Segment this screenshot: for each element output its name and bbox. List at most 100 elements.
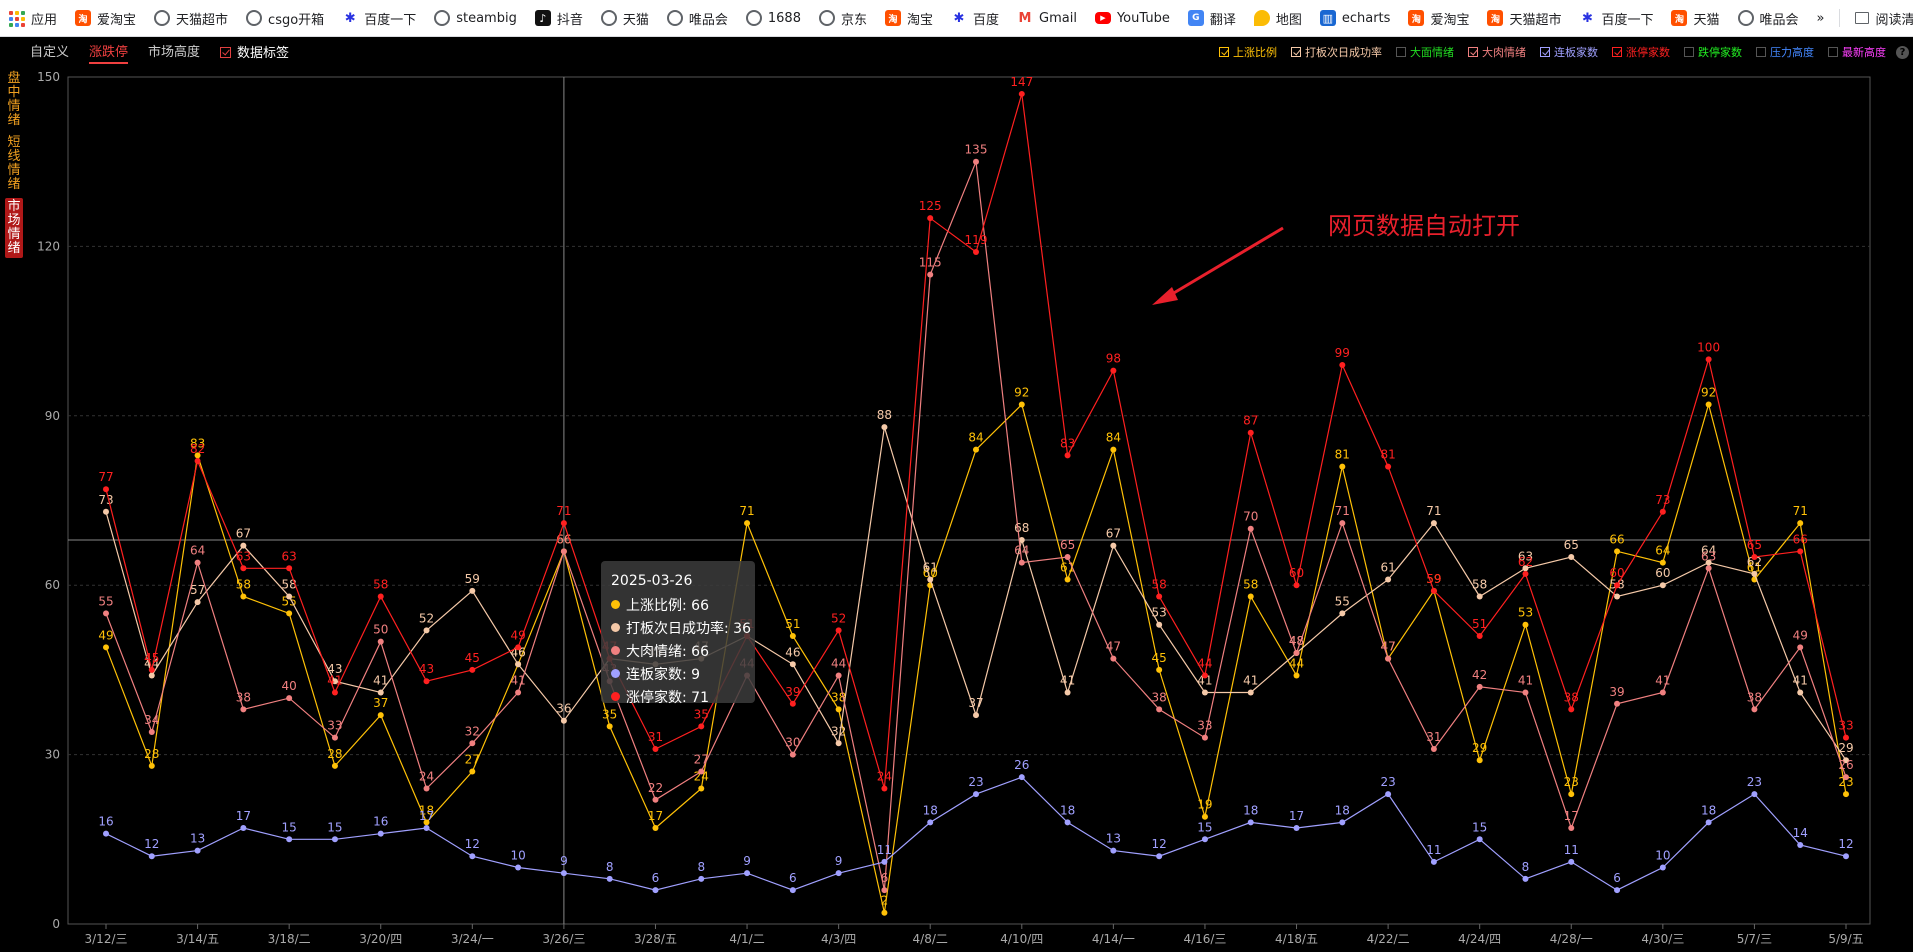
data-point bbox=[1614, 582, 1621, 589]
data-point bbox=[1156, 706, 1163, 713]
data-point bbox=[1522, 570, 1529, 577]
data-label: 66 bbox=[1609, 532, 1624, 546]
data-label: 34 bbox=[144, 713, 159, 727]
data-label: 35 bbox=[694, 707, 709, 721]
data-point bbox=[1568, 791, 1575, 798]
data-label: 41 bbox=[1655, 673, 1670, 687]
data-label: 24 bbox=[877, 769, 892, 783]
tab-2[interactable]: 市场高度 bbox=[148, 41, 200, 64]
legend-checkbox-icon bbox=[1291, 47, 1301, 57]
data-point bbox=[103, 508, 109, 515]
data-point bbox=[1385, 655, 1392, 662]
data-point bbox=[331, 762, 338, 769]
legend-item-8[interactable]: 最新高度 bbox=[1828, 44, 1886, 60]
data-point bbox=[1568, 858, 1575, 865]
legend-item-6[interactable]: 跌停家数 bbox=[1684, 44, 1742, 60]
data-label-toggle[interactable]: 数据标签 bbox=[220, 42, 289, 63]
side-tab-2[interactable]: 市场情绪 bbox=[5, 198, 23, 258]
side-tab-1[interactable]: 短线情绪 bbox=[5, 134, 23, 194]
data-point bbox=[423, 627, 430, 634]
legend-item-4[interactable]: 连板家数 bbox=[1540, 44, 1598, 60]
legend-item-2[interactable]: 大面情绪 bbox=[1396, 44, 1454, 60]
data-label: 6 bbox=[881, 871, 889, 885]
data-point bbox=[1293, 672, 1300, 679]
data-point bbox=[1797, 841, 1804, 848]
legend-label: 上涨比例 bbox=[1233, 46, 1277, 59]
data-point bbox=[1385, 463, 1392, 470]
data-point bbox=[1476, 757, 1483, 764]
data-point bbox=[1751, 791, 1758, 798]
help-icon[interactable]: ? bbox=[1896, 45, 1909, 59]
series-line-1 bbox=[105, 426, 1847, 761]
legend-item-7[interactable]: 压力高度 bbox=[1756, 44, 1814, 60]
data-label: 23 bbox=[968, 775, 983, 789]
side-tab-0[interactable]: 盘中情绪 bbox=[5, 70, 23, 130]
data-label: 81 bbox=[1380, 448, 1395, 462]
data-point bbox=[835, 740, 842, 747]
data-label: 32 bbox=[831, 724, 846, 738]
data-label: 58 bbox=[236, 577, 251, 591]
data-point bbox=[103, 644, 109, 651]
legend-label: 大肉情绪 bbox=[1482, 46, 1526, 59]
data-point bbox=[835, 706, 842, 713]
data-point bbox=[1293, 582, 1300, 589]
x-tick-label: 4/28/一 bbox=[1550, 932, 1593, 946]
data-point bbox=[560, 520, 567, 527]
data-point bbox=[973, 249, 979, 256]
data-label: 2 bbox=[881, 894, 889, 908]
y-tick-label: 120 bbox=[37, 239, 60, 253]
data-label: 13 bbox=[190, 832, 205, 846]
data-label: 28 bbox=[144, 747, 159, 761]
data-label: 71 bbox=[1335, 504, 1350, 518]
legend-checkbox-icon bbox=[1756, 47, 1766, 57]
annotation-arrow bbox=[1161, 226, 1284, 302]
data-point bbox=[1843, 853, 1849, 860]
x-tick-label: 4/22/二 bbox=[1367, 932, 1410, 946]
data-point bbox=[881, 909, 888, 916]
legend-item-5[interactable]: 涨停家数 bbox=[1612, 44, 1670, 60]
data-point bbox=[286, 610, 293, 617]
tooltip-dot-icon bbox=[611, 646, 620, 655]
tab-0[interactable]: 自定义 bbox=[30, 41, 69, 64]
data-label: 44 bbox=[1197, 657, 1212, 671]
data-point bbox=[789, 633, 796, 640]
data-point bbox=[1247, 689, 1254, 696]
data-point bbox=[194, 599, 201, 606]
x-tick-label: 4/30/三 bbox=[1641, 932, 1684, 946]
data-label: 49 bbox=[98, 628, 113, 642]
data-point bbox=[652, 825, 659, 832]
data-point bbox=[1339, 463, 1346, 470]
data-point bbox=[1110, 655, 1117, 662]
data-point bbox=[1843, 774, 1849, 781]
data-point bbox=[1247, 525, 1254, 532]
chart-tooltip: 2025-03-26 上涨比例: 66 打板次日成功率: 36 大肉情绪: 66 连板… bbox=[601, 561, 755, 706]
data-point bbox=[469, 768, 476, 775]
data-label: 8 bbox=[697, 860, 705, 874]
data-label: 17 bbox=[419, 809, 434, 823]
data-point bbox=[652, 745, 659, 752]
data-label: 81 bbox=[1335, 448, 1350, 462]
data-label: 87 bbox=[1243, 414, 1258, 428]
data-label: 57 bbox=[190, 583, 205, 597]
data-point bbox=[1797, 644, 1804, 651]
legend-item-3[interactable]: 大肉情绪 bbox=[1468, 44, 1526, 60]
data-point bbox=[1156, 621, 1163, 628]
data-point bbox=[1156, 593, 1163, 600]
data-label: 37 bbox=[373, 696, 388, 710]
data-label: 17 bbox=[648, 809, 663, 823]
data-label: 68 bbox=[1014, 521, 1029, 535]
data-label: 73 bbox=[1655, 493, 1670, 507]
legend-checkbox-icon bbox=[1612, 47, 1622, 57]
data-point bbox=[789, 751, 796, 758]
legend-label: 最新高度 bbox=[1842, 46, 1886, 59]
data-point bbox=[1201, 734, 1208, 741]
data-label: 18 bbox=[1335, 803, 1350, 817]
data-point bbox=[1110, 446, 1117, 453]
legend-item-1[interactable]: 打板次日成功率 bbox=[1291, 44, 1382, 60]
tab-1[interactable]: 涨跌停 bbox=[89, 41, 129, 64]
data-point bbox=[789, 700, 796, 707]
legend-item-0[interactable]: 上涨比例 bbox=[1219, 44, 1277, 60]
legend-label: 涨停家数 bbox=[1626, 46, 1670, 59]
data-point bbox=[1476, 633, 1483, 640]
data-label: 26 bbox=[1838, 758, 1853, 772]
